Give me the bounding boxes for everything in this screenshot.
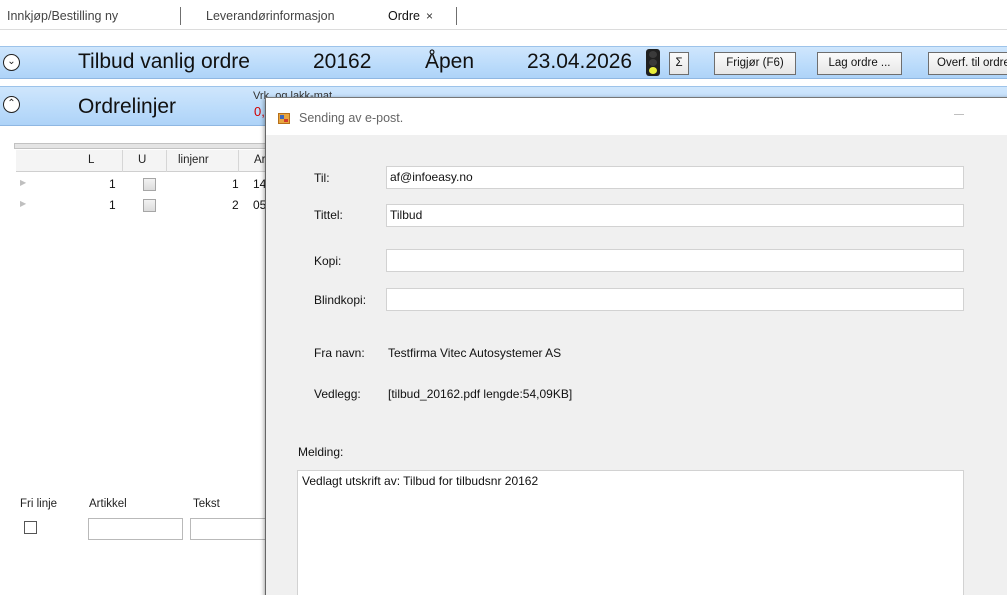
til-label: Til: [314, 171, 330, 185]
overf-til-ordre-button[interactable]: Overf. til ordre [928, 52, 1007, 75]
cell-l: 1 [109, 177, 116, 191]
cell-l: 1 [109, 198, 116, 212]
fri-linje-label: Fri linje [20, 498, 58, 510]
dialog-titlebar[interactable]: Sending av e-post. [266, 98, 1007, 135]
cell-u-checkbox[interactable] [143, 199, 156, 212]
tab-separator [180, 7, 181, 25]
grid-horizontal-scrollbar[interactable] [14, 143, 276, 149]
order-type-title: Tilbud vanlig ordre [78, 50, 250, 73]
artikkel-input[interactable] [88, 518, 183, 540]
fri-linje-checkbox[interactable] [24, 521, 37, 534]
dialog-title: Sending av e-post. [299, 111, 404, 125]
cell-u-checkbox[interactable] [143, 178, 156, 191]
cell-artikkel: 05 [253, 198, 267, 212]
column-header-l[interactable]: L [88, 154, 94, 166]
tab-ordre[interactable]: Ordre × [388, 9, 433, 23]
frigjor-button[interactable]: Frigjør (F6) [714, 52, 796, 75]
row-pointer-icon: ▶ [20, 178, 27, 187]
vedlegg-attachment[interactable]: [tilbud_20162.pdf lengde:54,09KB] [388, 387, 572, 401]
table-row[interactable]: ▶ 1 2 05 [16, 195, 278, 216]
ordrelinjer-title: Ordrelinjer [78, 95, 177, 118]
column-header-u[interactable]: U [138, 154, 146, 166]
tab-innkjop-bestilling[interactable]: Innkjøp/Bestilling ny [7, 9, 118, 23]
kopi-field[interactable] [386, 249, 964, 272]
table-row[interactable]: ▶ 1 1 14 [16, 174, 278, 195]
collapse-icon[interactable]: ⌄ [3, 54, 20, 71]
order-date: 23.04.2026 [527, 50, 633, 73]
expand-icon[interactable]: ⌃ [3, 96, 20, 113]
column-divider [122, 150, 123, 172]
order-status: Åpen [425, 50, 475, 73]
tittel-field[interactable]: Tilbud [386, 204, 964, 227]
tab-separator [456, 7, 457, 25]
blindkopi-field[interactable] [386, 288, 964, 311]
fra-navn-label: Fra navn: [314, 346, 365, 360]
til-field[interactable]: af@infoeasy.no [386, 166, 964, 189]
blindkopi-label: Blindkopi: [314, 293, 367, 307]
order-header-bar: ⌄ Tilbud vanlig ordre 20162 Åpen 23.04.2… [0, 46, 1007, 79]
traffic-light-icon [646, 49, 660, 76]
minimize-icon[interactable] [954, 114, 964, 115]
tab-ordre-label: Ordre [388, 9, 420, 23]
cell-artikkel: 14 [253, 177, 267, 191]
tab-leverandorinformasjon[interactable]: Leverandørinformasjon [206, 9, 335, 23]
melding-textarea[interactable]: Vedlagt utskrift av: Tilbud for tilbudsn… [297, 470, 964, 595]
close-icon[interactable]: × [426, 9, 433, 23]
sum-button[interactable]: Σ [669, 52, 689, 75]
artikkel-label: Artikkel [89, 498, 127, 510]
email-dialog: Sending av e-post. Til: af@infoeasy.no T… [266, 98, 1007, 595]
tab-strip: Innkjøp/Bestilling ny Leverandørinformas… [0, 0, 1007, 30]
column-divider [238, 150, 239, 172]
column-header-linjenr[interactable]: linjenr [178, 154, 209, 166]
cell-linjenr: 2 [232, 198, 239, 212]
traffic-light-yellow [649, 67, 657, 74]
row-pointer-icon: ▶ [20, 199, 27, 208]
lag-ordre-button[interactable]: Lag ordre ... [817, 52, 902, 75]
melding-label: Melding: [298, 445, 344, 459]
tittel-label: Tittel: [314, 208, 343, 222]
dialog-app-icon [278, 113, 290, 124]
kopi-label: Kopi: [314, 254, 342, 268]
vedlegg-label: Vedlegg: [314, 387, 361, 401]
traffic-light-amber [649, 59, 657, 66]
column-divider [166, 150, 167, 172]
cell-linjenr: 1 [232, 177, 239, 191]
order-number: 20162 [313, 50, 372, 73]
traffic-light-red [649, 51, 657, 58]
tekst-input[interactable] [190, 518, 270, 540]
column-header-artikkel[interactable]: Ar [254, 154, 266, 166]
fra-navn-value: Testfirma Vitec Autosystemer AS [388, 346, 562, 360]
grid-header: L U linjenr Ar [16, 150, 278, 172]
tekst-label: Tekst [193, 498, 220, 510]
